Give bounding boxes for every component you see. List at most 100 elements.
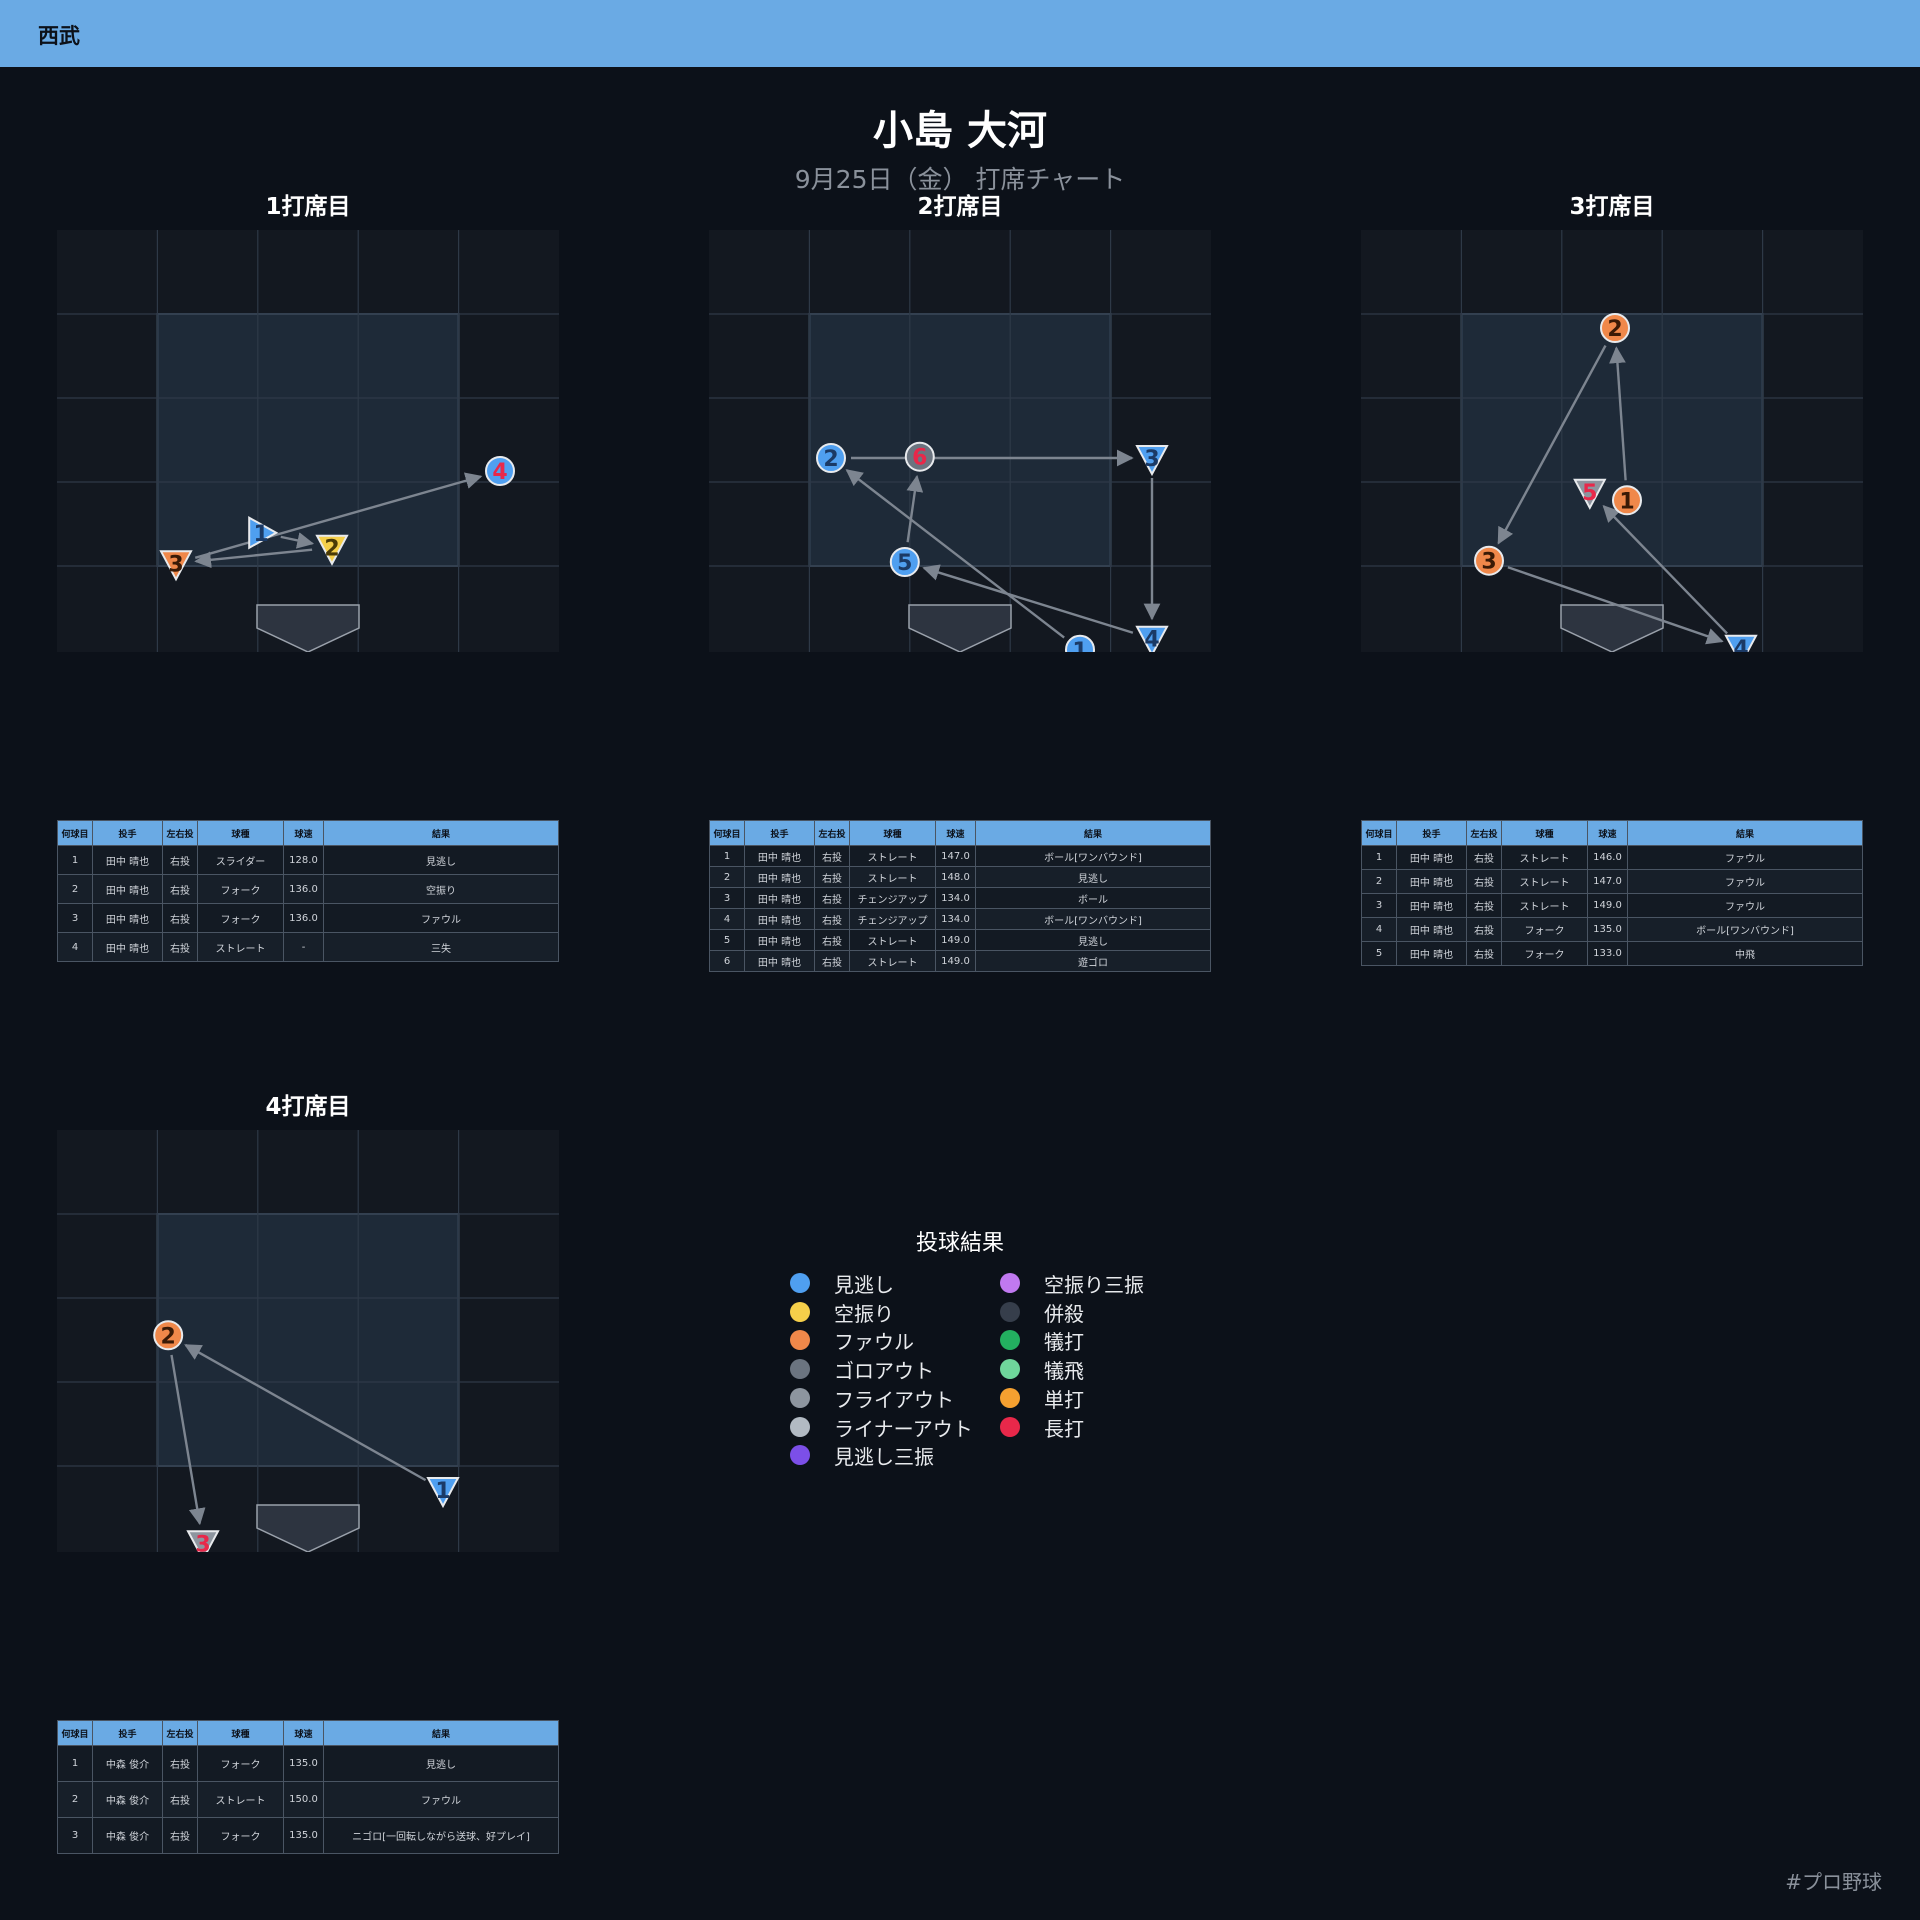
table-cell: ストレート (1501, 893, 1588, 918)
table-header-cell: 球速 (283, 820, 324, 846)
pitch-marker-5: 5 (889, 547, 920, 577)
table-cell: 149.0 (1587, 893, 1628, 918)
hashtag: #プロ野球 (1785, 1870, 1882, 1894)
table-cell: ボール[ワンバウンド] (1627, 917, 1863, 942)
pitch-table-2: 何球目 投手 左右投 球種 球速 結果 1 田中 晴也 右投 ストレート 147.0 ボール[ワンバウ… (709, 820, 1211, 972)
pitch-number-label: 6 (912, 446, 927, 471)
table-header-row: 何球目 投手 左右投 球種 球速 結果 (1361, 820, 1863, 846)
table-cell: ストレート (849, 929, 936, 951)
table-cell: ファウル (1627, 845, 1863, 870)
player-name: 小島 大河 (873, 108, 1047, 154)
table-header-cell: 球種 (197, 820, 284, 846)
table-header-cell: 球種 (197, 1720, 284, 1746)
strike-zone-chart-4: 1 2 3 (57, 1130, 559, 1552)
panel-title-1: 1打席目 (265, 194, 351, 220)
table-cell: 田中 晴也 (744, 929, 815, 951)
pitch-number-label: 4 (492, 460, 507, 485)
table-header-cell: 球速 (283, 1720, 324, 1746)
table-cell: 見逃し (975, 929, 1211, 951)
strike-zone (156, 313, 460, 567)
table-cell: 右投 (162, 932, 198, 962)
table-cell: 田中 晴也 (92, 903, 163, 933)
table-cell: 3 (57, 903, 93, 933)
table-cell: 135.0 (283, 1817, 324, 1854)
table-cell: 右投 (814, 908, 850, 930)
table-cell: 150.0 (283, 1781, 324, 1818)
legend-color-swatch (1000, 1416, 1020, 1437)
pitch-number-label: 3 (1144, 447, 1159, 472)
legend-color-swatch (1000, 1301, 1020, 1322)
legend-color-swatch (790, 1330, 810, 1351)
table-row: 4 田中 晴也 右投 チェンジアップ 134.0 ボール[ワンバウンド] (709, 908, 1211, 930)
table-cell: ボール (975, 887, 1211, 909)
table-row: 2 中森 俊介 右投 ストレート 150.0 ファウル (57, 1781, 559, 1818)
table-row: 3 田中 晴也 右投 ストレート 149.0 ファウル (1361, 893, 1863, 918)
table-cell: 田中 晴也 (92, 845, 163, 875)
table-cell: 見逃し (975, 866, 1211, 888)
table-cell: 5 (1361, 941, 1397, 966)
table-cell: ファウル (1627, 869, 1863, 894)
legend-label: 犠打 (1044, 1330, 1084, 1355)
table-cell: 田中 晴也 (92, 932, 163, 962)
table-row: 3 中森 俊介 右投 フォーク 135.0 ニゴロ[一回転しながら送球、好プレイ] (57, 1817, 559, 1854)
table-row: 6 田中 晴也 右投 ストレート 149.0 遊ゴロ (709, 950, 1211, 972)
table-header-cell: 結果 (975, 820, 1211, 846)
pitch-number-label: 3 (1481, 550, 1496, 575)
table-cell: ファウル (323, 1781, 559, 1818)
table-header-cell: 投手 (744, 820, 815, 846)
table-cell: 128.0 (283, 845, 324, 875)
table-cell: 1 (57, 1745, 93, 1782)
table-cell: フォーク (197, 874, 284, 904)
table-cell: 右投 (1466, 917, 1502, 942)
table-cell: ストレート (197, 932, 284, 962)
legend-color-swatch (1000, 1273, 1020, 1293)
table-header-cell: 球種 (1501, 820, 1588, 846)
table-cell: ストレート (849, 845, 936, 867)
pitch-marker-4: 4 (485, 456, 515, 486)
table-header-row: 何球目 投手 左右投 球種 球速 結果 (57, 820, 559, 846)
table-header-cell: 投手 (92, 1720, 163, 1746)
legend-label: 空振り三振 (1044, 1273, 1144, 1297)
legend-label: 単打 (1044, 1387, 1084, 1412)
table-cell: 1 (709, 845, 745, 867)
table-cell: 右投 (162, 1745, 198, 1782)
legend-color-swatch (1000, 1359, 1020, 1380)
legend-label: 見逃し (834, 1273, 894, 1297)
table-cell: ボール[ワンバウンド] (975, 845, 1211, 867)
table-cell: 134.0 (935, 887, 976, 909)
table-cell: 4 (709, 908, 745, 930)
strike-zone-chart-1: 1 2 3 4 (57, 230, 559, 652)
pitch-marker-6: 6 (904, 441, 935, 472)
table-cell: 5 (709, 929, 745, 951)
table-cell: 2 (1361, 869, 1397, 894)
table-cell: 右投 (162, 874, 198, 904)
table-cell: ストレート (197, 1781, 284, 1818)
table-cell: 三失 (323, 932, 559, 962)
table-cell: フォーク (197, 903, 284, 933)
legend-color-swatch (790, 1416, 810, 1437)
table-cell: 136.0 (283, 874, 324, 904)
table-cell: 2 (57, 1781, 93, 1818)
table-row: 1 田中 晴也 右投 ストレート 146.0 ファウル (1361, 845, 1863, 870)
team-name: 西武 (38, 24, 80, 48)
panel-title-4: 4打席目 (265, 1094, 351, 1120)
legend-label: 見逃し三振 (834, 1445, 934, 1470)
table-cell: 135.0 (283, 1745, 324, 1782)
pitch-number-label: 1 (254, 522, 269, 547)
team-header-bar: 西武 (0, 0, 1920, 67)
table-cell: 右投 (814, 950, 850, 972)
table-cell: 見逃し (323, 845, 559, 875)
table-cell: 149.0 (935, 950, 976, 972)
table-row: 4 田中 晴也 右投 フォーク 135.0 ボール[ワンバウンド] (1361, 917, 1863, 942)
table-cell: 右投 (162, 1781, 198, 1818)
table-header-cell: 結果 (323, 820, 559, 846)
table-header-cell: 球速 (935, 820, 976, 846)
table-cell: 田中 晴也 (1396, 941, 1467, 966)
pitch-table-4: 何球目 投手 左右投 球種 球速 結果 1 中森 俊介 右投 フォーク 135.0 見逃し 2 中森 俊介… (57, 1720, 559, 1854)
legend-color-swatch (790, 1387, 810, 1408)
table-cell: 田中 晴也 (744, 908, 815, 930)
table-cell: 147.0 (1587, 869, 1628, 894)
table-header-cell: 何球目 (1361, 820, 1397, 846)
table-cell: 1 (1361, 845, 1397, 870)
table-header-cell: 左右投 (162, 1720, 198, 1746)
